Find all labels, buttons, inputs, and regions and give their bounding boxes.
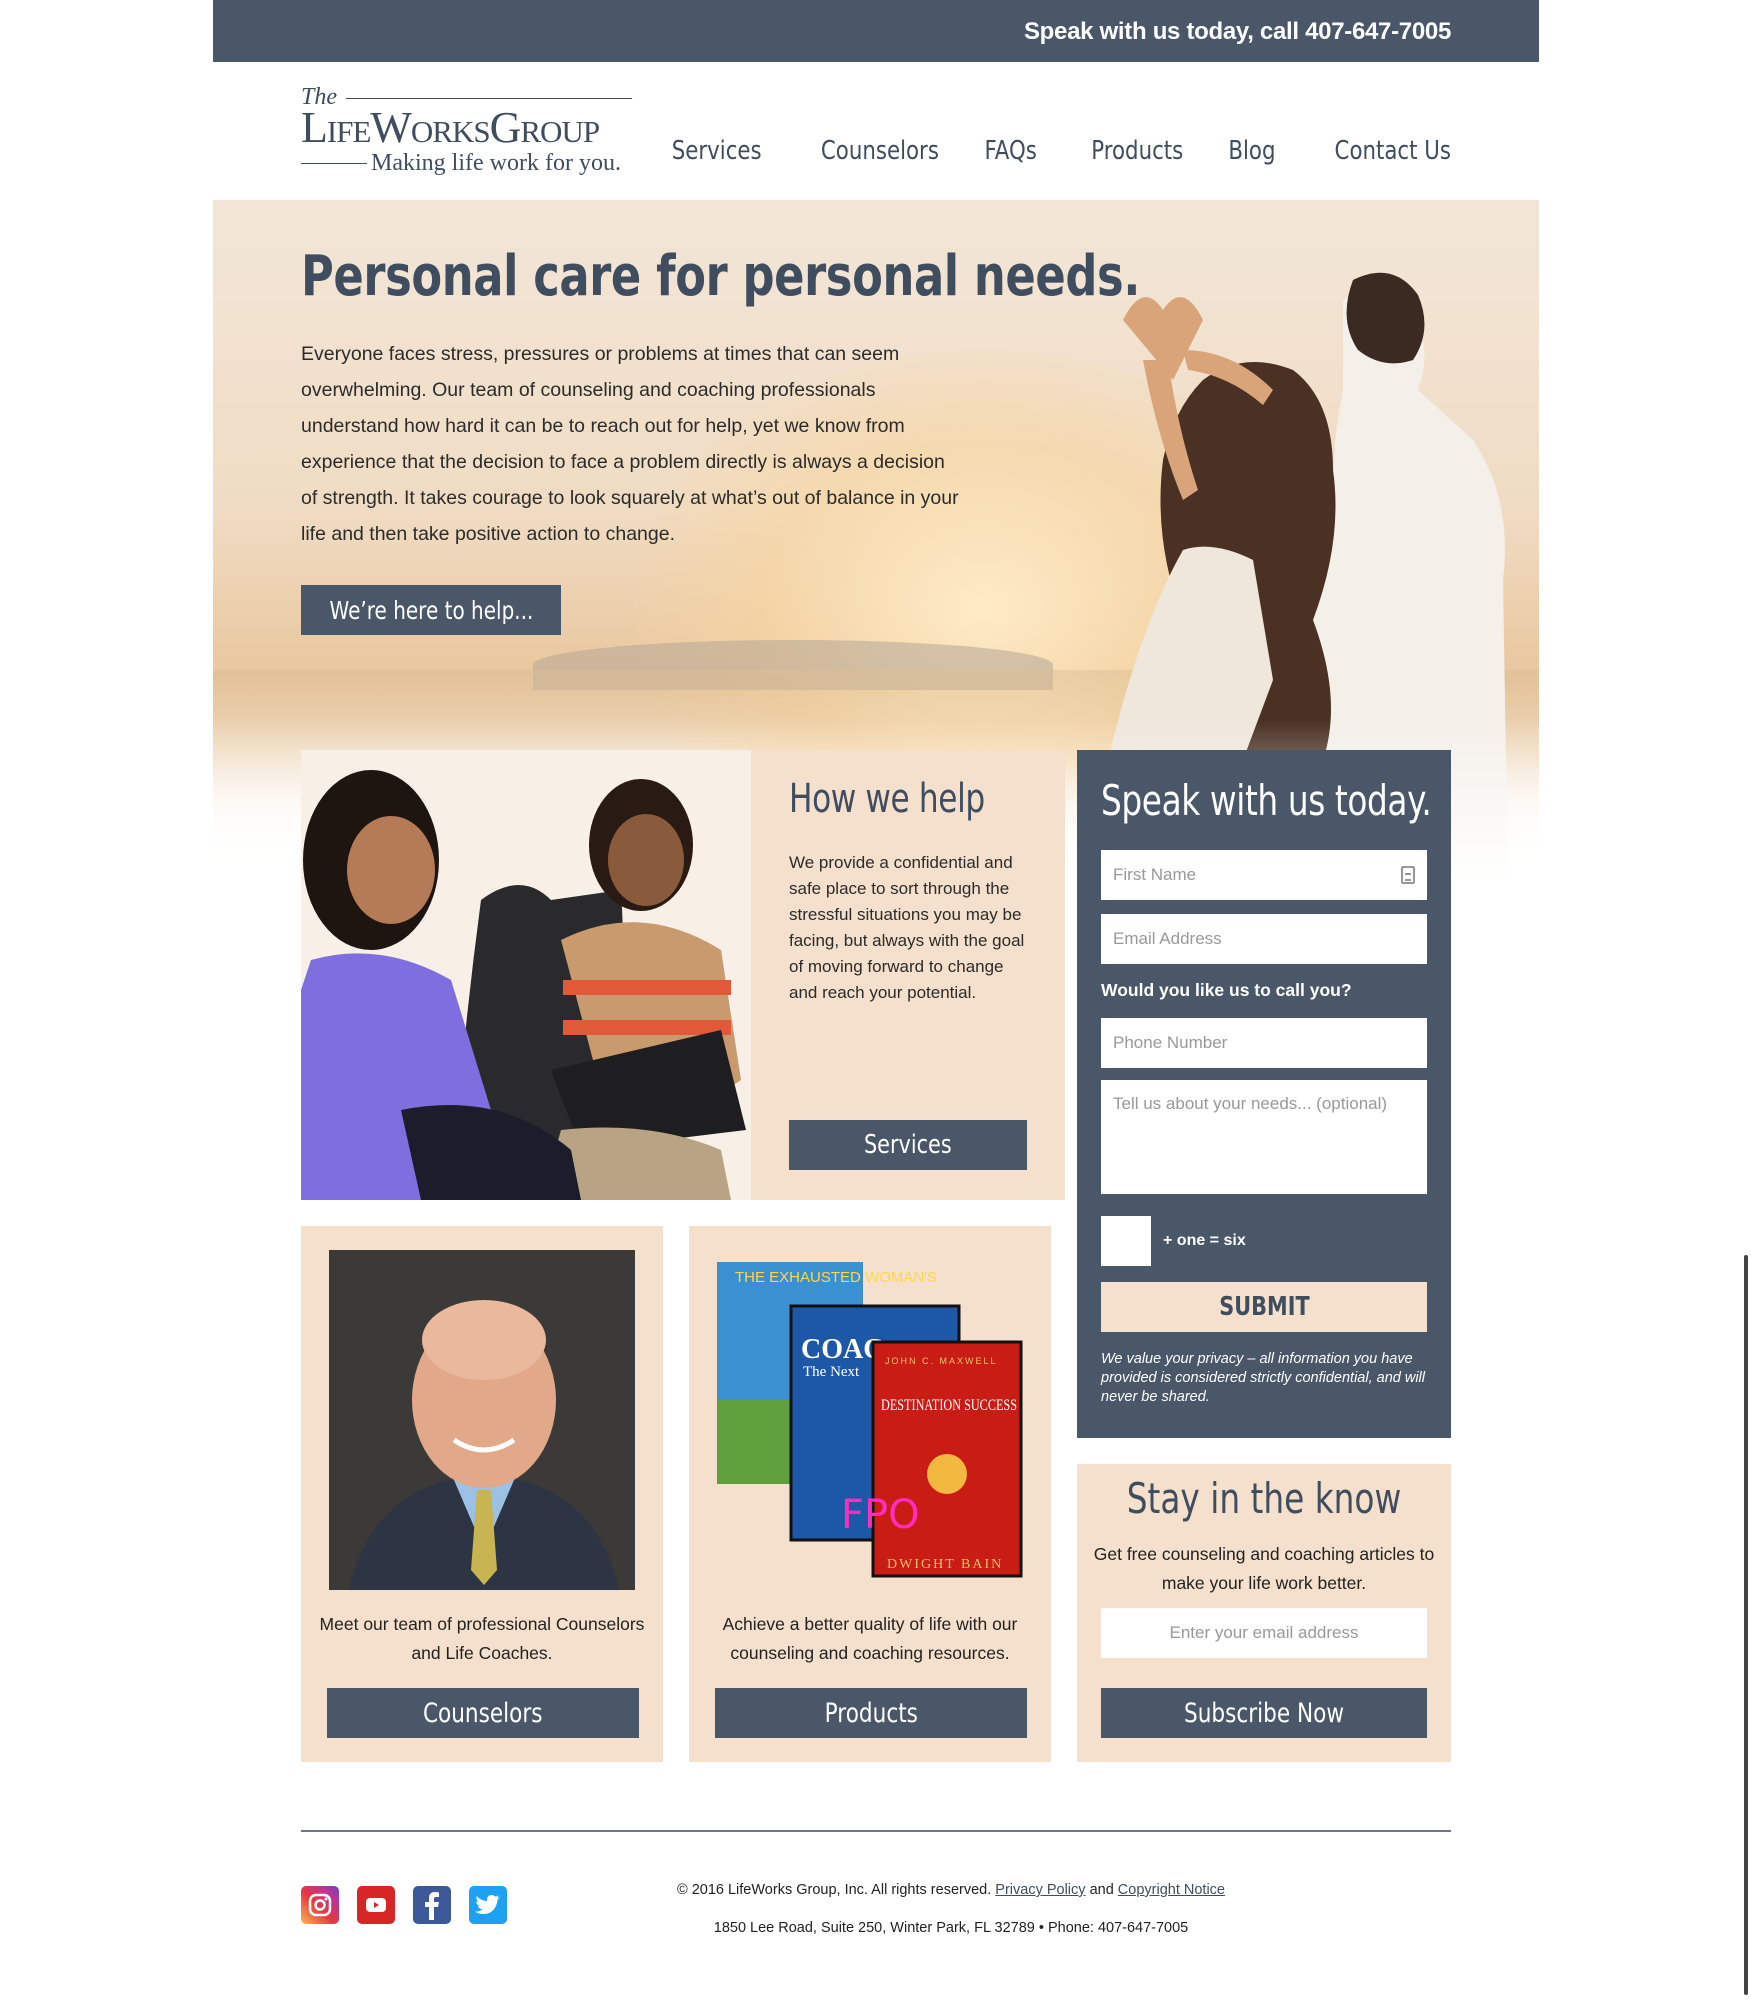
contact-card-icon xyxy=(1401,866,1415,884)
book3-author: JOHN C. MAXWELL xyxy=(885,1356,998,1366)
counselors-card-text: Meet our team of professional Counselors… xyxy=(319,1614,645,1663)
phone-field[interactable]: Phone Number xyxy=(1101,1018,1427,1068)
social-links xyxy=(301,1886,507,1924)
submit-button[interactable]: SUBMIT xyxy=(1101,1282,1427,1332)
nav-products[interactable]: Products xyxy=(1091,136,1183,166)
services-button-label: Services xyxy=(864,1130,952,1160)
book2-subtitle: The Next xyxy=(803,1364,860,1380)
products-card: THE EXHAUSTED WOMAN'S COAC The Next JOHN… xyxy=(689,1226,1051,1762)
twitter-icon[interactable] xyxy=(469,1886,507,1924)
phone-placeholder: Phone Number xyxy=(1113,1033,1228,1052)
youtube-glyph xyxy=(366,1898,386,1912)
logo-name: LifeWorksGroup xyxy=(301,103,600,152)
newsletter-panel: Stay in the know Get free counseling and… xyxy=(1077,1464,1451,1762)
subscribe-button-label: Subscribe Now xyxy=(1183,1697,1345,1729)
main-nav: Services Counselors FAQs Products Blog C… xyxy=(652,136,1451,166)
page: Speak with us today, call 407-647-7005 T… xyxy=(213,0,1539,2007)
fpo-label: FPO xyxy=(841,1492,920,1538)
submit-button-label: SUBMIT xyxy=(1218,1292,1310,1322)
products-button[interactable]: Products xyxy=(715,1688,1027,1738)
top-phone-text[interactable]: Speak with us today, call 407-647-7005 xyxy=(1024,18,1451,46)
captcha-text: + one = six xyxy=(1163,1232,1246,1249)
call-question: Would you like us to call you? xyxy=(1101,980,1352,1000)
form-heading: Speak with us today. xyxy=(1101,776,1432,825)
nav-services[interactable]: Services xyxy=(671,136,761,166)
copyright-text: © 2016 LifeWorks Group, Inc. All rights … xyxy=(677,1882,992,1898)
how-we-help-body: We provide a confidential and safe place… xyxy=(789,853,1025,1002)
site-logo[interactable]: The LifeWorksGroup Making life work for … xyxy=(301,84,637,176)
book1-title: THE EXHAUSTED WOMAN'S xyxy=(735,1269,937,1286)
hero-body: Everyone faces stress, pressures or prob… xyxy=(301,343,959,545)
email-field[interactable]: Email Address xyxy=(1101,914,1427,964)
counselor-portrait-art xyxy=(329,1250,635,1590)
privacy-policy-link[interactable]: Privacy Policy xyxy=(995,1882,1085,1898)
newsletter-email-placeholder: Enter your email address xyxy=(1169,1623,1359,1642)
page-scrollbar[interactable] xyxy=(1744,1255,1748,1995)
how-we-help-panel: How we help We provide a confidential an… xyxy=(301,750,1065,1200)
facebook-icon[interactable] xyxy=(413,1886,451,1924)
products-card-text: Achieve a better quality of life with ou… xyxy=(722,1614,1018,1663)
logo-rule xyxy=(301,163,367,164)
nav-contact-us[interactable]: Contact Us xyxy=(1335,136,1451,166)
nav-counselors[interactable]: Counselors xyxy=(821,136,939,166)
products-button-label: Products xyxy=(824,1697,918,1729)
counseling-illustration xyxy=(301,750,751,1200)
here-to-help-label: We’re here to help... xyxy=(329,595,533,625)
top-bar: Speak with us today, call 407-647-7005 xyxy=(213,0,1539,62)
needs-placeholder: Tell us about your needs... (optional) xyxy=(1113,1094,1388,1113)
counseling-photo xyxy=(301,750,751,1200)
how-we-help-heading: How we help xyxy=(789,776,985,822)
counselors-button-label: Counselors xyxy=(423,1697,543,1729)
newsletter-heading: Stay in the know xyxy=(1126,1474,1402,1523)
nav-faqs[interactable]: FAQs xyxy=(985,136,1037,166)
first-name-field[interactable]: First Name xyxy=(1101,850,1427,900)
services-button[interactable]: Services xyxy=(789,1120,1027,1170)
captcha-input[interactable] xyxy=(1101,1216,1151,1266)
twitter-glyph xyxy=(475,1895,500,1914)
newsletter-email-input[interactable]: Enter your email address xyxy=(1101,1608,1427,1658)
subscribe-button[interactable]: Subscribe Now xyxy=(1101,1688,1427,1738)
hero-heading: Personal care for personal needs. xyxy=(301,244,1140,309)
book2-title: COAC xyxy=(801,1334,883,1365)
counselor-portrait xyxy=(329,1250,635,1590)
logo-rule xyxy=(346,98,632,99)
instagram-icon[interactable] xyxy=(301,1886,339,1924)
needs-textarea[interactable]: Tell us about your needs... (optional) xyxy=(1101,1080,1427,1194)
privacy-note: We value your privacy – all information … xyxy=(1101,1351,1425,1405)
copyright-line: © 2016 LifeWorks Group, Inc. All rights … xyxy=(601,1882,1301,1898)
counselors-button[interactable]: Counselors xyxy=(327,1688,639,1738)
book-stack-art: THE EXHAUSTED WOMAN'S COAC The Next JOHN… xyxy=(717,1262,1023,1578)
email-placeholder: Email Address xyxy=(1113,929,1222,948)
book-covers: THE EXHAUSTED WOMAN'S COAC The Next JOHN… xyxy=(717,1250,1023,1590)
first-name-placeholder: First Name xyxy=(1113,865,1197,884)
counselors-card: Meet our team of professional Counselors… xyxy=(301,1226,663,1762)
here-to-help-button[interactable]: We’re here to help... xyxy=(301,585,561,635)
facebook-glyph xyxy=(425,1892,439,1920)
contact-form: Speak with us today. First Name Email Ad… xyxy=(1077,750,1451,1438)
copyright-notice-link[interactable]: Copyright Notice xyxy=(1118,1882,1225,1898)
nav-blog[interactable]: Blog xyxy=(1228,136,1275,166)
youtube-icon[interactable] xyxy=(357,1886,395,1924)
instagram-glyph xyxy=(308,1893,332,1917)
book3-title: DESTINATION SUCCESS xyxy=(881,1397,1017,1414)
logo-tagline: Making life work for you. xyxy=(371,150,621,176)
footer-and: and xyxy=(1089,1882,1114,1898)
footer-divider xyxy=(301,1830,1451,1832)
newsletter-body: Get free counseling and coaching article… xyxy=(1093,1544,1435,1593)
book3-bottom: DWIGHT BAIN xyxy=(887,1557,1003,1572)
footer-address: 1850 Lee Road, Suite 250, Winter Park, F… xyxy=(713,1920,1189,1936)
